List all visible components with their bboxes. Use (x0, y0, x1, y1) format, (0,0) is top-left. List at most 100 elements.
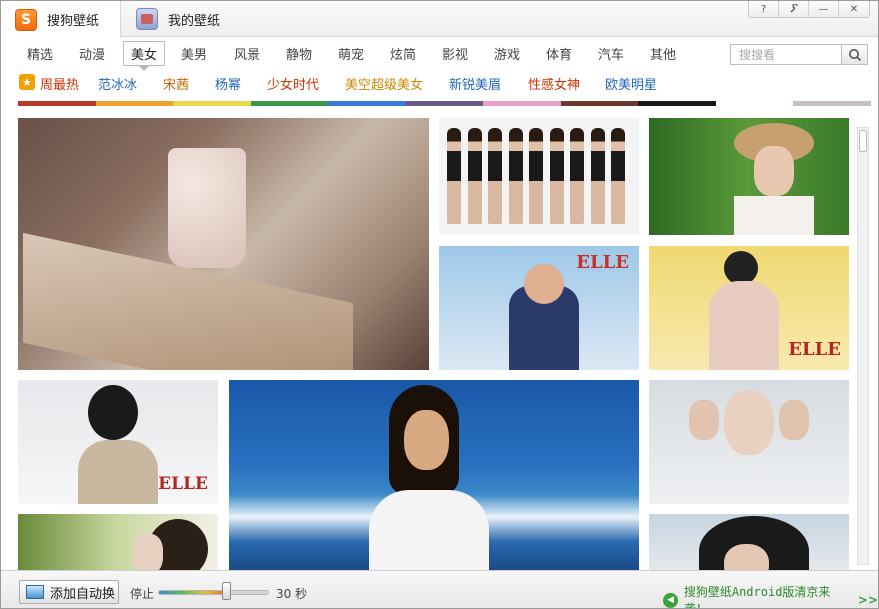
color-filter-swatch[interactable] (405, 101, 484, 106)
vertical-scrollbar[interactable] (857, 127, 869, 565)
tab-label: 搜狗壁纸 (47, 14, 100, 29)
tile-yellow-wall[interactable]: ELLE (649, 246, 849, 370)
help-button[interactable]: ? (749, 1, 779, 17)
search-placeholder: 搜搜看 (739, 48, 776, 62)
tag-item[interactable]: 宋茜 (163, 74, 189, 93)
tag-item[interactable]: 范冰冰 (98, 74, 137, 93)
body-shape (709, 281, 779, 370)
color-filter-swatch[interactable] (95, 101, 174, 106)
color-filter-swatch[interactable] (715, 101, 794, 106)
group-member-figure (590, 128, 605, 224)
category-item[interactable]: 精选 (27, 44, 53, 63)
tag-item[interactable]: 杨幂 (215, 74, 241, 93)
category-item-active[interactable]: 美女 (123, 41, 166, 71)
face-shape (754, 146, 794, 196)
group-member-figure (529, 128, 543, 224)
app-window: S 搜狗壁纸 我的壁纸 ? — ✕ 精选 动漫 美女 美男 风景 静物 萌宠 炫… (0, 0, 879, 609)
tag-item[interactable]: 少女时代 (267, 74, 319, 93)
category-item[interactable]: 风景 (234, 44, 260, 63)
category-item[interactable]: 体育 (546, 44, 572, 63)
tile-book-and-cup[interactable] (18, 118, 429, 370)
group-member-figure (488, 128, 502, 224)
promo-arrow: >> (857, 593, 878, 607)
category-item[interactable]: 静物 (286, 44, 312, 63)
tile-beach[interactable] (229, 380, 639, 570)
hand-shape (779, 400, 809, 440)
settings-button[interactable] (779, 1, 809, 17)
group-member-figure (447, 128, 461, 224)
color-filter-swatch[interactable] (173, 101, 251, 106)
android-promo-link[interactable]: ◀ 搜狗壁纸Android版清京来袭！ >> (663, 583, 878, 608)
color-filter-swatch[interactable] (560, 101, 639, 106)
minimize-button[interactable]: — (809, 1, 839, 17)
close-button[interactable]: ✕ (839, 1, 869, 17)
dress-shape (734, 196, 814, 235)
face-shape (724, 544, 769, 570)
tab-label: 我的壁纸 (168, 13, 221, 29)
hair-shape (88, 385, 138, 440)
category-item[interactable]: 影视 (442, 44, 468, 63)
group-member-figure (570, 128, 584, 224)
hair-shape (724, 251, 758, 285)
color-filter-swatch[interactable] (250, 101, 329, 106)
tile-hands-face[interactable] (649, 380, 849, 504)
add-auto-change-button[interactable]: 添加自动换 (19, 580, 119, 604)
tile-dark-hair[interactable] (649, 514, 849, 570)
face-shape (404, 410, 449, 470)
tag-item[interactable]: 美空超级美女 (345, 74, 423, 93)
search-icon (848, 48, 861, 61)
elle-logo: ELLE (576, 252, 629, 273)
color-filter-swatch[interactable] (483, 101, 561, 106)
tag-item[interactable]: 周最热 (40, 74, 79, 93)
color-filter-swatch[interactable] (793, 101, 871, 106)
window-controls: ? — ✕ (748, 1, 870, 18)
elle-logo: ELLE (158, 474, 208, 494)
category-item[interactable]: 其他 (650, 44, 676, 63)
interval-slider-knob[interactable] (221, 582, 231, 600)
tile-girl-group[interactable] (439, 118, 639, 235)
category-item[interactable]: 游戏 (494, 44, 520, 63)
group-member-figure (611, 128, 625, 224)
title-bar: S 搜狗壁纸 我的壁纸 ? — ✕ (1, 1, 878, 38)
category-item[interactable]: 萌宠 (338, 44, 364, 63)
interval-slider-track[interactable] (158, 590, 269, 595)
color-filter-swatch[interactable] (328, 101, 406, 106)
tile-sun-hat[interactable] (649, 118, 849, 235)
tile-cap-jacket[interactable]: ELLE (439, 246, 639, 370)
tab-sogou-wallpaper[interactable]: S 搜狗壁纸 (1, 1, 121, 38)
sogou-logo-icon: S (15, 8, 37, 31)
category-item[interactable]: 美男 (181, 44, 207, 63)
cup-shape (168, 148, 246, 268)
interval-slider-fill (159, 591, 227, 594)
search-input[interactable]: 搜搜看 (730, 44, 842, 65)
my-wallpaper-icon (136, 8, 158, 30)
add-button-label: 添加自动换 (50, 586, 116, 602)
speaker-icon: ◀ (663, 592, 678, 608)
tile-short-hair[interactable]: ELLE (18, 380, 218, 504)
group-member-figure (467, 128, 482, 224)
color-filter-swatch[interactable] (638, 101, 716, 106)
category-item[interactable]: 炫简 (390, 44, 416, 63)
bottom-bar: 添加自动换 停止 30 秒 ◀ 搜狗壁纸Android版清京来袭！ >> (1, 570, 878, 608)
category-item[interactable]: 动漫 (79, 44, 105, 63)
hand-shape (689, 400, 719, 440)
tag-row: 周最热 范冰冰 宋茜 杨幂 少女时代 美空超级美女 新锐美眉 性感女神 欧美明星 (1, 69, 878, 95)
top-shape (369, 490, 489, 570)
tag-item[interactable]: 新锐美眉 (449, 74, 501, 93)
interval-label: 30 秒 (276, 587, 308, 601)
face-shape (724, 390, 774, 455)
category-item[interactable]: 汽车 (598, 44, 624, 63)
tab-my-wallpaper[interactable]: 我的壁纸 (122, 1, 242, 37)
face-shape (524, 264, 564, 304)
color-filter-swatch[interactable] (18, 101, 96, 106)
top-shape (78, 440, 158, 504)
group-member-figure (549, 128, 564, 224)
tag-item[interactable]: 欧美明星 (605, 74, 657, 93)
search-button[interactable] (842, 44, 868, 65)
tile-headphones[interactable] (18, 514, 218, 570)
scrollbar-thumb[interactable] (859, 130, 867, 152)
tag-item[interactable]: 性感女神 (528, 74, 580, 93)
group-member-figure (508, 128, 523, 224)
picture-icon (26, 585, 44, 599)
stop-label: 停止 (130, 587, 155, 601)
